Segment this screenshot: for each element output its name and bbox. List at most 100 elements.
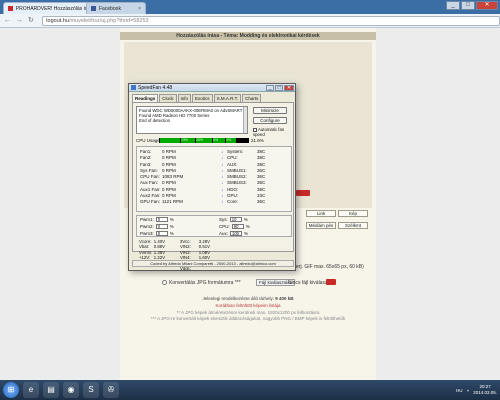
pwm-unit: % — [245, 224, 250, 229]
temperatures: ↓ System: 38C ↓ CPU: 38C ↓ AUX: 38C ↓ SMBUS1: 36… — [221, 149, 291, 206]
radio-button[interactable] — [162, 280, 167, 286]
tab-info[interactable]: Info — [177, 94, 192, 102]
upload-button[interactable] — [326, 279, 336, 285]
skype-icon[interactable]: S — [83, 382, 99, 398]
fan-value: 1121 RPM — [162, 199, 183, 205]
language-indicator[interactable]: HU — [456, 388, 463, 393]
automatic-fan-speed-checkbox[interactable]: Automatic fan speed — [253, 127, 293, 137]
pwm-controls: Pwm1: 0% Pwm2: 0% Pwm3: 0% Sys: 10% CPU: 90% … — [136, 215, 292, 237]
pwm2-stepper[interactable]: 0 — [155, 224, 168, 229]
aux-fan-stepper[interactable]: 100 — [230, 231, 243, 236]
convert-jpg-label: Konvertálás JPG formátumra *** — [169, 280, 241, 286]
aux-fan-control: Aux: 100% — [219, 231, 248, 236]
cpu-core-bar — [160, 138, 180, 143]
readings-panel: Found WDC WD5000AAKX-00ERMA0 on AdvSMART… — [132, 102, 294, 271]
pwm1-stepper[interactable]: 0 — [155, 217, 168, 222]
browser-toolbar: ← → ↻ logout.hu/muvelet/hsz/uj.php?thrid… — [0, 14, 500, 28]
pwm-unit: % — [169, 231, 174, 236]
log-line: End of detection — [139, 118, 171, 123]
pwm-label: Pwm1: — [140, 217, 154, 222]
red-action-button[interactable] — [296, 190, 310, 196]
convert-jpg-option[interactable]: Konvertálás JPG formátumra *** — [162, 280, 241, 286]
cpu-core-bar: 13% — [181, 138, 195, 143]
cpu-fan-stepper[interactable]: 90 — [231, 224, 244, 229]
tab-smart[interactable]: S.M.A.R.T. — [213, 94, 242, 102]
tab-label: PROHARDVER! Hozzászólás írása - — [15, 5, 86, 12]
fan-row: GPU Fan: 1121 RPM — [140, 199, 215, 205]
cpu-fan-control: CPU: 90% — [219, 224, 250, 229]
tab-facebook[interactable]: Facebook × — [86, 2, 146, 14]
temp-row: ↓ Core: 36C — [221, 199, 291, 205]
tab-prohardver[interactable]: PROHARDVER! Hozzászólás írása - × — [3, 2, 97, 14]
facebook-icon — [91, 6, 96, 11]
storage-limit-value: 9 400 kB — [275, 296, 294, 301]
window-controls: _ □ ✕ — [446, 1, 498, 10]
tab-charts[interactable]: Charts — [242, 94, 262, 102]
back-arrow-icon[interactable]: ← — [3, 16, 12, 25]
minimize-window-button[interactable]: _ — [446, 1, 460, 10]
automatic-fan-speed-label: Automatic fan speed — [253, 127, 285, 137]
pwm3-control: Pwm3: 0% — [140, 231, 174, 236]
close-window-button[interactable]: ✕ — [476, 1, 498, 10]
speedfan-title: SpeedFan 4.48 — [138, 85, 173, 91]
fan-name: GPU Fan: — [140, 199, 161, 205]
chrome-icon[interactable]: ◉ — [63, 382, 79, 398]
favicon-icon — [8, 6, 13, 11]
speedfan-tabs: Readings Clock Info Exotics S.M.A.R.T. C… — [132, 94, 262, 102]
media-button[interactable]: Médiám pés — [306, 222, 336, 229]
detection-log[interactable]: Found WDC WD5000AAKX-00ERMA0 on AdvSMART… — [136, 106, 248, 134]
speedfan-icon — [131, 85, 136, 90]
speedfan-taskbar-icon[interactable]: ✇ — [103, 382, 119, 398]
tab-clock[interactable]: Clock — [159, 94, 177, 102]
image-button[interactable]: Kép — [338, 210, 368, 217]
sys-fan-control: Sys: 10% — [219, 217, 248, 222]
reload-icon[interactable]: ↻ — [27, 16, 36, 25]
pwm2-control: Pwm2: 0% — [140, 224, 174, 229]
pwm-unit: % — [243, 217, 248, 222]
link-button[interactable]: Link — [306, 210, 336, 217]
address-bar[interactable]: logout.hu/muvelet/hsz/uj.php?thrid=58253 — [42, 15, 500, 26]
tab-exotics[interactable]: Exotics — [192, 94, 213, 102]
volume-icon[interactable]: ◖ — [467, 388, 470, 393]
storage-limit: Jelenlegi rendelkezésre álló tárhely: 9 … — [120, 296, 376, 301]
speedfan-close-button[interactable]: ✕ — [284, 85, 294, 91]
pwm-unit: % — [169, 217, 174, 222]
close-tab-icon[interactable]: × — [138, 6, 141, 12]
pwm-label: Pwm2: — [140, 224, 154, 229]
speedfan-window-controls: _ □ ✕ — [266, 85, 294, 91]
sys-fan-stepper[interactable]: 10 — [229, 217, 242, 222]
spoiler-button[interactable]: Szélkmt — [338, 222, 368, 229]
temp-name: Core: — [227, 199, 239, 205]
uploaded-images-link[interactable]: Korábban feltöltött képeim listája — [120, 303, 376, 308]
internet-explorer-icon[interactable]: e — [23, 382, 39, 398]
pwm-unit: % — [169, 224, 174, 229]
url-path: /muvelet/hsz/uj.php?thrid=58253 — [68, 17, 149, 24]
file-explorer-icon[interactable]: ▤ — [43, 382, 59, 398]
pwm-label: Aux: — [219, 231, 229, 236]
pwm-unit: % — [244, 231, 249, 236]
tab-readings[interactable]: Readings — [132, 94, 159, 102]
speedfan-window: SpeedFan 4.48 _ □ ✕ Readings Clock Info … — [128, 83, 296, 271]
url-host: logout.hu — [46, 17, 69, 24]
configure-button[interactable]: Configure — [253, 117, 287, 124]
pwm-label: CPU: — [219, 224, 230, 229]
sensor-readings: Fan1: 0 RPM Fan2: 0 RPM Fan3: 0 RPM Sys Fan… — [136, 146, 292, 212]
tab-label: Facebook — [99, 5, 121, 12]
log-scrollbar[interactable] — [243, 107, 247, 133]
cpu-usage-meter: 13% 28% 6% 4% — [159, 138, 249, 143]
speedfan-minimize-button[interactable]: _ — [266, 85, 274, 91]
clock-date: 2014.03.05. — [473, 390, 497, 395]
voltage-readings: Vcore: 1.40V Vbat: 0.88V Vvmm: 1.38V +12V: 1… — [136, 239, 292, 273]
speedfan-titlebar[interactable]: SpeedFan 4.48 _ □ ✕ — [129, 84, 295, 92]
minimize-button[interactable]: Minimize — [253, 107, 287, 114]
clock[interactable]: 20:27 2014.03.05. — [473, 384, 497, 396]
start-button[interactable]: ⊞ — [3, 382, 19, 398]
cpu-usage-value: 21.6% — [251, 138, 264, 143]
storage-limit-label: Jelenlegi rendelkezésre álló tárhely: — [202, 296, 274, 301]
cpu-core-bar: 4% — [226, 138, 236, 143]
forward-arrow-icon[interactable]: → — [15, 16, 24, 25]
maximize-window-button[interactable]: □ — [461, 1, 475, 10]
speedfan-maximize-button[interactable]: □ — [275, 85, 283, 91]
jpg-resize-note: ** A JPG képek átméretezésre kerülnek ma… — [176, 310, 320, 315]
pwm3-stepper[interactable]: 0 — [155, 231, 168, 236]
